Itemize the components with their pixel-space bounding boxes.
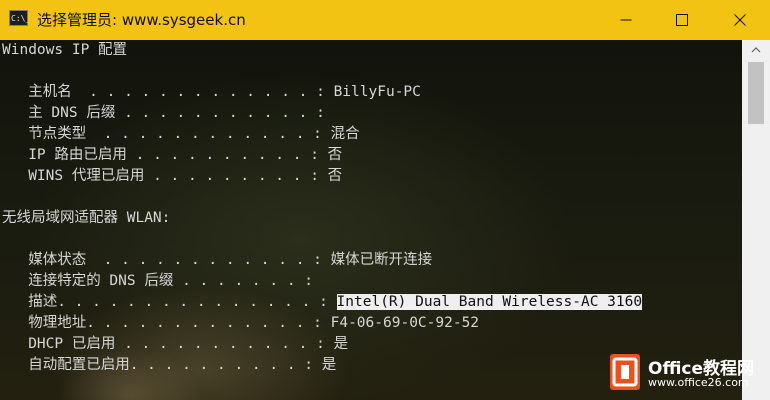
console-line: 自动配置已启用. . . . . . . . . . : 是 (2, 357, 337, 373)
office-logo-icon (610, 354, 640, 390)
console-line-description: 描述. . . . . . . . . . . . . . . : Intel(… (2, 292, 643, 313)
console-line: 媒体状态 . . . . . . . . . . . . : 媒体已断开连接 (2, 252, 433, 268)
cmd-icon[interactable]: C:\_ (9, 10, 30, 26)
site-watermark: Office教程网 www.office26.com (608, 348, 770, 400)
close-button[interactable] (712, 0, 768, 40)
console-line: 节点类型 . . . . . . . . . . . . : 混合 (2, 126, 360, 142)
console-line: IP 路由已启用 . . . . . . . . . . : 否 (2, 147, 343, 163)
console-line-label: 描述. . . . . . . . . . . . . . . : (2, 294, 337, 310)
scroll-up-button[interactable] (742, 40, 770, 60)
chevron-up-icon (751, 47, 761, 53)
maximize-icon (676, 14, 688, 26)
console-line: 物理地址. . . . . . . . . . . . . : F4-06-69… (2, 315, 480, 331)
console-line: Windows IP 配置 (2, 42, 128, 58)
console-line: 无线局域网适配器 WLAN: (2, 210, 171, 226)
selected-adapter-description[interactable]: Intel(R) Dual Band Wireless-AC 3160 (336, 294, 643, 310)
minimize-icon (620, 19, 632, 21)
title-bar[interactable]: C:\_ 选择管理员: www.sysgeek.cn (0, 0, 770, 40)
window-title: 选择管理员: www.sysgeek.cn (37, 11, 246, 29)
console-line: 主机名 . . . . . . . . . . . . . : BillyFu-… (2, 84, 421, 100)
console-line: 连接特定的 DNS 后缀 . . . . . . . : (2, 273, 314, 289)
console-line: WINS 代理已启用 . . . . . . . . . : 否 (2, 168, 343, 184)
console-line: 主 DNS 后缀 . . . . . . . . . . . : (2, 105, 325, 121)
maximize-button[interactable] (654, 0, 710, 40)
scroll-thumb[interactable] (748, 62, 764, 124)
console-window: C:\_ 选择管理员: www.sysgeek.cn Windows IP 配置… (0, 0, 770, 400)
close-icon (734, 14, 746, 26)
console-output[interactable]: Windows IP 配置 主机名 . . . . . . . . . . . … (0, 40, 742, 400)
minimize-button[interactable] (598, 0, 654, 40)
watermark-url: www.office26.com (648, 376, 749, 389)
console-line: DHCP 已启用 . . . . . . . . . . . : 是 (2, 336, 349, 352)
vertical-scrollbar[interactable] (742, 40, 770, 400)
